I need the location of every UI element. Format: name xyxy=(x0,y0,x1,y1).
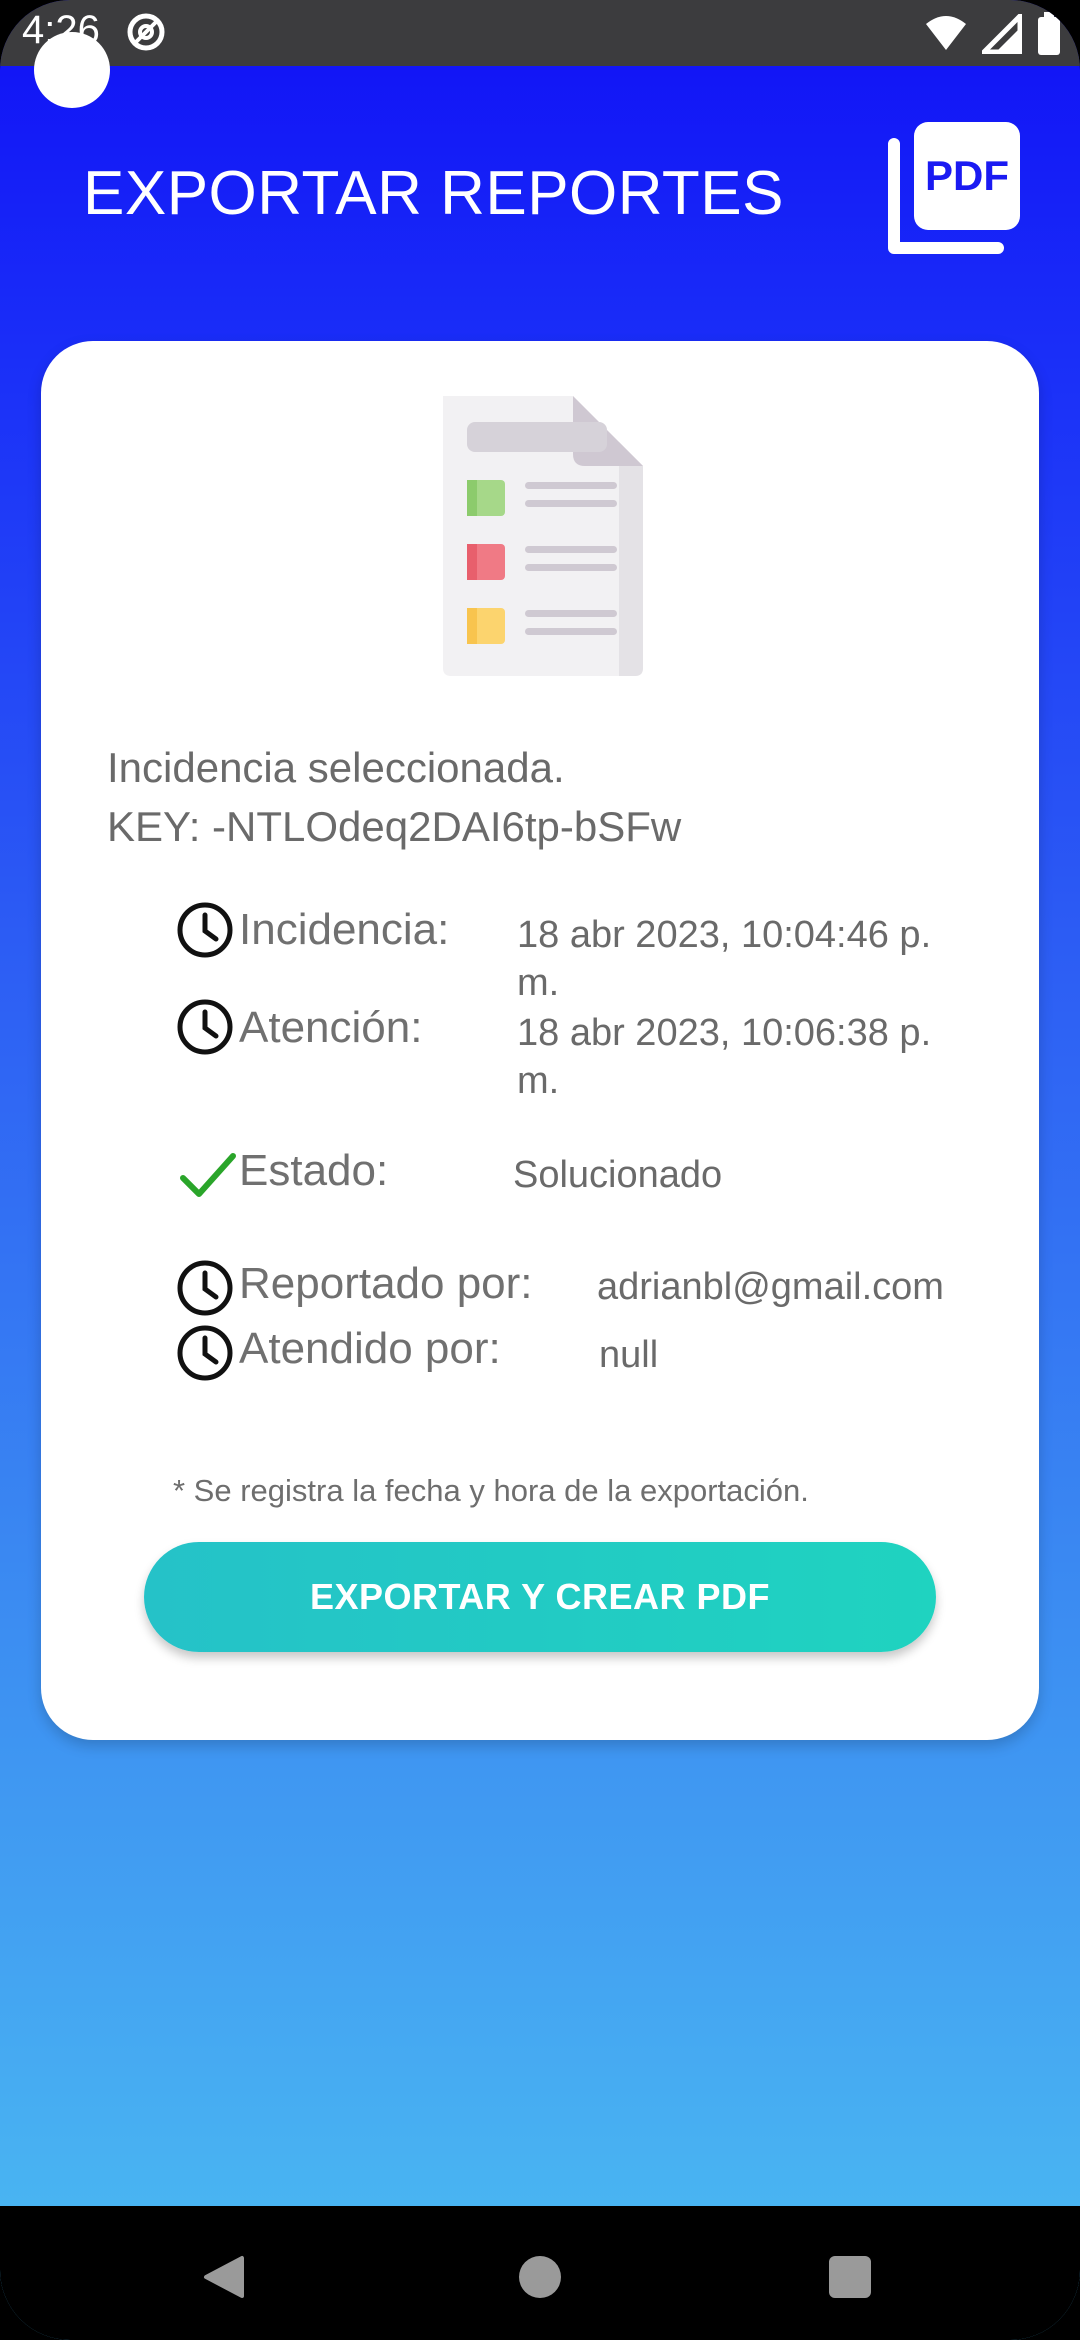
wifi-icon xyxy=(926,16,966,50)
battery-icon xyxy=(1038,12,1060,55)
incidence-time-value: 18 abr 2023, 10:04:46 p. m. xyxy=(517,914,932,1004)
clock-icon xyxy=(177,902,233,958)
navigation-bar xyxy=(0,2206,1080,2340)
back-icon[interactable] xyxy=(200,2254,246,2300)
reported-by-value: adrianbl@gmail.com xyxy=(597,1266,944,1308)
status-bar: 4:26 xyxy=(0,0,1080,66)
incident-key-text: KEY: -NTLOdeq2DAI6tp-bSFw xyxy=(107,803,682,850)
app-screen: 4:26 EXPORTAR REPORTES PDF Incidencia se… xyxy=(0,0,1080,2340)
document-illustration-icon xyxy=(443,396,643,676)
clock-icon xyxy=(177,999,233,1055)
report-card: Incidencia seleccionada. KEY: -NTLOdeq2D… xyxy=(41,341,1039,1740)
reported-by-label: Reportado por: xyxy=(239,1259,533,1308)
status-label: Estado: xyxy=(239,1146,389,1195)
status-value: Solucionado xyxy=(513,1154,723,1196)
camera-cutout xyxy=(34,32,110,108)
attended-by-label: Atendido por: xyxy=(239,1324,501,1373)
pdf-icon[interactable]: PDF xyxy=(884,122,1020,258)
attention-time-value: 18 abr 2023, 10:06:38 p. m. xyxy=(517,1012,932,1102)
clock-icon xyxy=(177,1260,233,1316)
attended-by-value: null xyxy=(599,1334,659,1376)
recents-icon[interactable] xyxy=(829,2256,871,2298)
attention-time-label: Atención: xyxy=(239,1003,423,1052)
incidence-time-label: Incidencia: xyxy=(239,905,450,954)
export-pdf-button[interactable]: EXPORTAR Y CREAR PDF xyxy=(144,1542,936,1652)
clock-icon xyxy=(177,1325,233,1381)
export-note: * Se registra la fecha y hora de la expo… xyxy=(173,1473,809,1508)
home-icon[interactable] xyxy=(519,2256,561,2298)
at-sign-icon xyxy=(127,13,165,51)
pdf-icon-label: PDF xyxy=(925,152,1009,199)
page-title: EXPORTAR REPORTES xyxy=(83,159,785,228)
check-icon xyxy=(180,1153,236,1197)
status-icons xyxy=(924,12,1062,56)
signal-icon xyxy=(982,14,1022,54)
selected-incident-text: Incidencia seleccionada. xyxy=(107,744,565,791)
